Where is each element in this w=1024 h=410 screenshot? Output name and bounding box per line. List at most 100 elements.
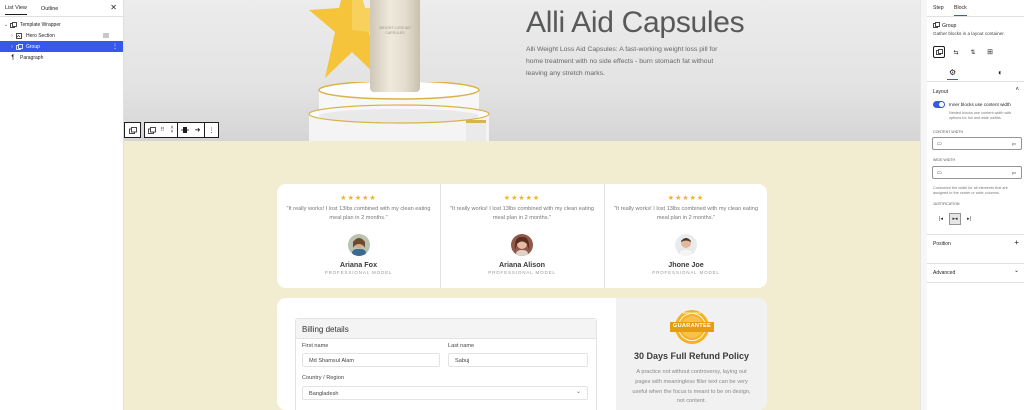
tree-item-label: Template Wrapper <box>20 21 61 28</box>
tab-list-view[interactable]: List View <box>5 5 27 15</box>
tree-item-label: Hero Section <box>26 32 55 39</box>
testimonial-name: Ariana Alison <box>498 260 546 269</box>
last-name-label: Last name <box>448 343 475 349</box>
testimonial-role: PROFESSIONAL MODEL <box>652 270 720 275</box>
row-variation-icon[interactable]: ⇆ <box>950 46 962 58</box>
justify-center-icon[interactable] <box>178 123 191 137</box>
product-bottle: WEIGHT LOSS AID CAPSULES <box>370 0 420 92</box>
chevron-down-icon[interactable]: ⌄ <box>1014 267 1019 274</box>
layout-title: Layout <box>933 89 949 95</box>
position-panel[interactable]: Position + <box>927 234 1024 263</box>
cover-block-icon <box>15 32 23 39</box>
plus-icon[interactable]: + <box>1014 238 1019 247</box>
block-name: Group <box>942 23 957 29</box>
justification-label: JUSTIFICATION <box>933 202 960 206</box>
group-block-icon <box>147 126 156 134</box>
settings-sidebar: Step Block Group Gather blocks in a layo… <box>927 0 1024 410</box>
avatar <box>347 234 370 256</box>
testimonial-role: PROFESSIONAL MODEL <box>488 270 556 275</box>
wide-width-label: WIDE WIDTH <box>933 158 956 162</box>
block-variations: ⇆ ⇅ ⊞ <box>933 46 996 58</box>
editor-app: List View Outline ✕ ⌄ Template Wrapper ›… <box>0 0 1024 410</box>
block-type-button[interactable] <box>145 123 158 137</box>
tree-item-label: Paragraph <box>20 54 44 61</box>
group-block-icon <box>933 22 940 30</box>
testimonial-name: Ariana Fox <box>339 260 378 269</box>
group-block-icon <box>128 126 137 134</box>
wide-width-icon: ▭ <box>937 170 942 176</box>
paragraph-icon: ¶ <box>11 54 15 61</box>
tree-item-group[interactable]: › Group ⋮ <box>0 41 123 52</box>
guarantee-ring-text: MONEY BACK <box>682 311 702 315</box>
more-options-icon[interactable]: ⋮ <box>205 123 218 137</box>
content-width-label: CONTENT WIDTH <box>933 130 964 134</box>
move-up-down-icon[interactable]: ˄ ˅ <box>167 123 177 137</box>
last-name-field[interactable]: Sabuj <box>448 353 588 367</box>
chevron-down-icon[interactable]: ⌄ <box>576 388 581 395</box>
toggle-help: Nested blocks use content width with opt… <box>949 111 1012 120</box>
bottle-label: WEIGHT LOSS AID CAPSULES <box>379 26 411 35</box>
tree-item-template-wrapper[interactable]: ⌄ Template Wrapper <box>0 19 123 30</box>
group-variation-icon[interactable] <box>933 46 945 58</box>
advanced-panel[interactable]: Advanced ⌄ <box>927 263 1024 283</box>
drag-handle-icon[interactable]: ⠿ <box>158 123 167 137</box>
wide-width-input[interactable]: ▭ px <box>932 166 1022 179</box>
country-select[interactable]: Bangladesh <box>302 386 588 400</box>
testimonial-name: Jhone Joe <box>668 260 704 269</box>
content-width-unit[interactable]: px <box>1012 141 1016 146</box>
checkout-card: Billing details First name Md Shamsul Al… <box>277 298 767 410</box>
inner-blocks-toggle[interactable] <box>933 101 945 108</box>
tree-item-hero-section[interactable]: › Hero Section <box>0 30 123 41</box>
style-settings-tabs: ⚙ ◐ <box>927 66 1024 82</box>
gear-icon[interactable]: ⚙ <box>947 68 959 80</box>
sidebar-scroll-gutter[interactable] <box>920 0 927 410</box>
chevron-up-icon[interactable]: ˄ <box>1015 87 1019 93</box>
position-title: Position <box>933 241 951 247</box>
group-block-icon <box>9 21 17 28</box>
editor-canvas: WEIGHT LOSS AID CAPSULES Alli Aid Capsul… <box>124 0 920 410</box>
group-block-icon <box>15 43 23 50</box>
hero-section[interactable]: WEIGHT LOSS AID CAPSULES Alli Aid Capsul… <box>124 0 920 141</box>
arrow-right-icon[interactable]: ➜ <box>191 123 204 137</box>
justify-left-icon[interactable]: |◂ <box>935 213 947 225</box>
stack-variation-icon[interactable]: ⇅ <box>967 46 979 58</box>
testimonial-quote: "It really works! I lost 13lbs combined … <box>286 206 431 221</box>
grid-variation-icon[interactable]: ⊞ <box>984 46 996 58</box>
advanced-title: Advanced <box>933 270 956 276</box>
first-name-field[interactable]: Md Shamsul Alam <box>302 353 440 367</box>
tab-step[interactable]: Step <box>933 5 944 11</box>
justify-center-icon[interactable]: ▸◂ <box>949 213 961 225</box>
testimonial-quote: "It really works! I lost 13lbs combined … <box>449 206 595 221</box>
list-view-tabs: List View Outline ✕ <box>0 0 123 17</box>
parent-selector[interactable] <box>124 122 141 138</box>
rating-stars: ★★★★★ <box>503 195 541 202</box>
main-toolbar: ⠿ ˄ ˅ ➜ ⋮ <box>144 122 219 138</box>
testimonials-card: ★★★★★ "It really works! I lost 13lbs com… <box>277 184 767 288</box>
guarantee-badge-text: GUARANTEE <box>672 323 712 329</box>
justify-right-icon[interactable]: ▸| <box>963 213 975 225</box>
billing-heading: Billing details <box>296 319 596 339</box>
toggle-label: Inner blocks use content width <box>949 102 1011 107</box>
testimonial-item: ★★★★★ "It really works! I lost 13lbs com… <box>440 184 603 288</box>
content-width-input[interactable]: ▭ px <box>932 137 1022 150</box>
billing-details-panel: Billing details First name Md Shamsul Al… <box>295 318 597 410</box>
country-label: Country / Region <box>302 375 344 381</box>
styles-icon[interactable]: ◐ <box>998 68 1003 77</box>
content-width-icon: ▭ <box>937 141 942 147</box>
block-description: Gather blocks in a layout container. <box>933 31 1005 36</box>
close-icon[interactable]: ✕ <box>110 3 117 12</box>
options-icon[interactable]: ⋮ <box>112 43 118 50</box>
tab-outline[interactable]: Outline <box>41 6 58 12</box>
block-tree: ⌄ Template Wrapper › Hero Section › Grou… <box>0 17 123 63</box>
rating-stars: ★★★★★ <box>340 195 377 202</box>
tab-block[interactable]: Block <box>954 5 967 16</box>
block-toolbar: ⠿ ˄ ˅ ➜ ⋮ <box>124 122 219 138</box>
rating-stars: ★★★★★ <box>667 195 705 202</box>
hero-title: Alli Aid Capsules <box>526 6 745 39</box>
justification-control: |◂ ▸◂ ▸| <box>935 213 975 225</box>
tree-item-label: Group <box>26 43 40 50</box>
wide-width-unit[interactable]: px <box>1012 170 1016 175</box>
refund-text: A practice not without controversy, layi… <box>632 369 751 405</box>
lock-icon <box>103 33 109 38</box>
tree-item-paragraph[interactable]: ¶ Paragraph <box>0 52 123 63</box>
